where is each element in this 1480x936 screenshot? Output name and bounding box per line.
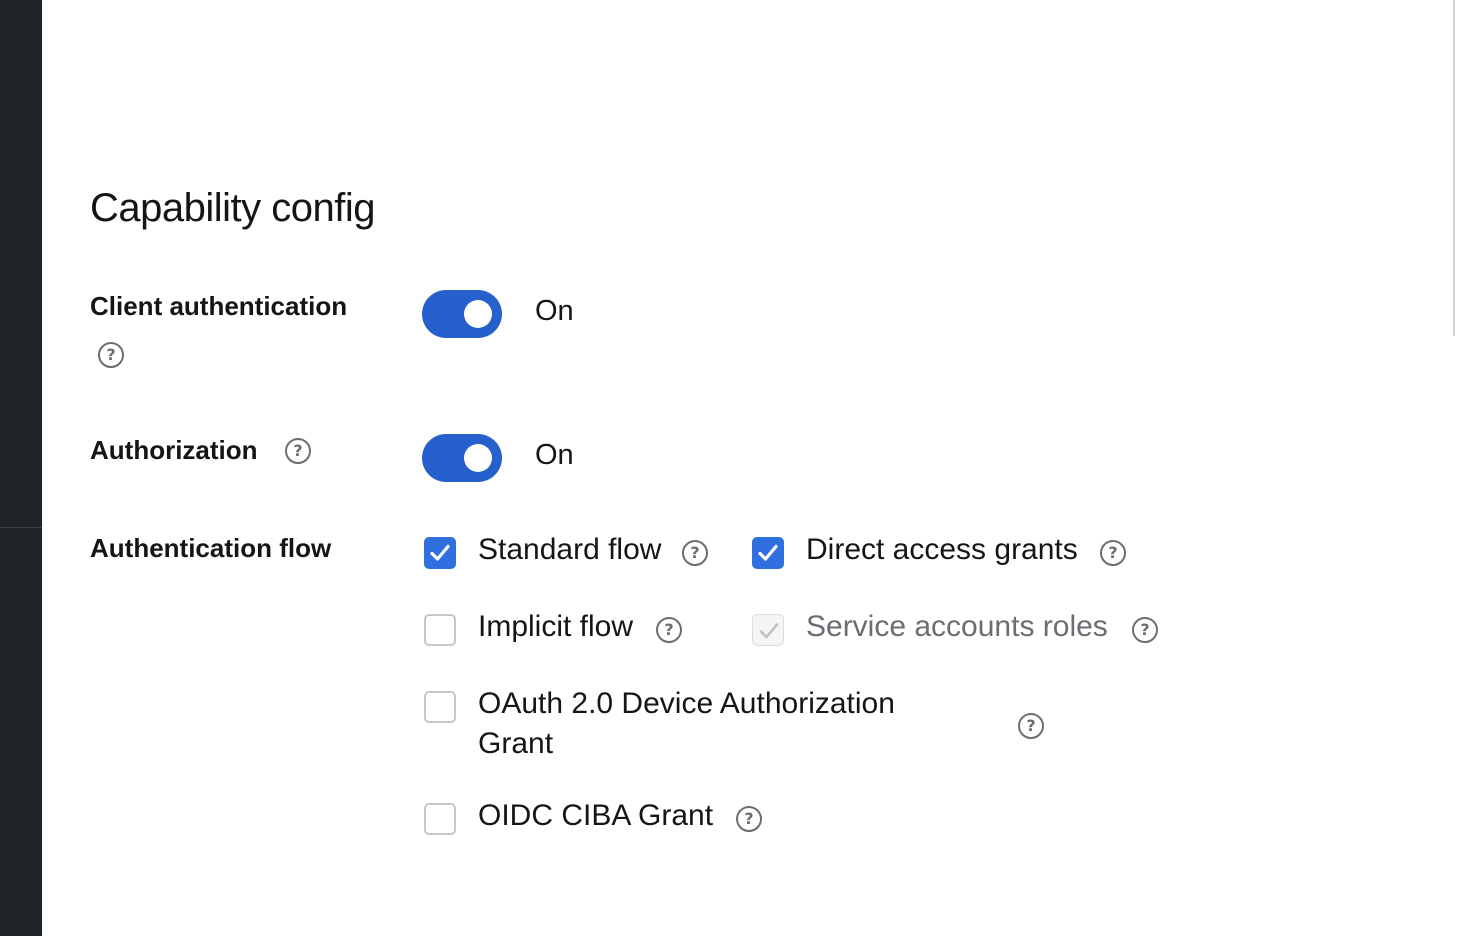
implicit-flow-label: Implicit flow <box>478 610 634 643</box>
service-accounts-label: Service accounts roles <box>806 610 1108 643</box>
help-icon[interactable]: ? <box>656 617 682 643</box>
help-icon[interactable]: ? <box>1018 713 1044 739</box>
sidebar <box>0 0 42 936</box>
ciba-grant-checkbox[interactable] <box>424 803 456 835</box>
authorization-label: Authorization <box>90 435 258 465</box>
help-icon[interactable]: ? <box>1100 540 1126 566</box>
switch-knob <box>464 444 492 472</box>
auth-flow-label: Authentication flow <box>90 533 332 563</box>
help-icon[interactable]: ? <box>98 342 124 368</box>
device-grant-label-line2: Grant <box>478 727 554 760</box>
direct-access-label: Direct access grants <box>806 533 1078 566</box>
authorization-switch[interactable] <box>422 434 502 482</box>
service-accounts-checkbox <box>752 614 784 646</box>
help-icon[interactable]: ? <box>736 806 762 832</box>
help-icon[interactable]: ? <box>285 438 311 464</box>
check-icon <box>759 623 779 639</box>
authorization-state: On <box>535 439 574 471</box>
direct-access-checkbox[interactable] <box>752 537 784 569</box>
help-icon[interactable]: ? <box>1132 617 1158 643</box>
device-grant-checkbox[interactable] <box>424 691 456 723</box>
main-content: Capability config Client authentication … <box>42 0 1480 936</box>
client-auth-switch[interactable] <box>422 290 502 338</box>
standard-flow-checkbox[interactable] <box>424 537 456 569</box>
device-grant-label-line1: OAuth 2.0 Device Authorization <box>478 687 895 720</box>
sidebar-divider <box>0 527 42 528</box>
page-title: Capability config <box>90 186 376 230</box>
client-auth-state: On <box>535 295 574 327</box>
standard-flow-label: Standard flow <box>478 533 662 566</box>
check-icon <box>430 544 450 561</box>
client-auth-label: Client authentication <box>90 291 348 321</box>
switch-knob <box>464 300 492 328</box>
ciba-grant-label: OIDC CIBA Grant <box>478 799 714 832</box>
check-icon <box>758 544 778 561</box>
implicit-flow-checkbox[interactable] <box>424 614 456 646</box>
help-icon[interactable]: ? <box>682 540 708 566</box>
